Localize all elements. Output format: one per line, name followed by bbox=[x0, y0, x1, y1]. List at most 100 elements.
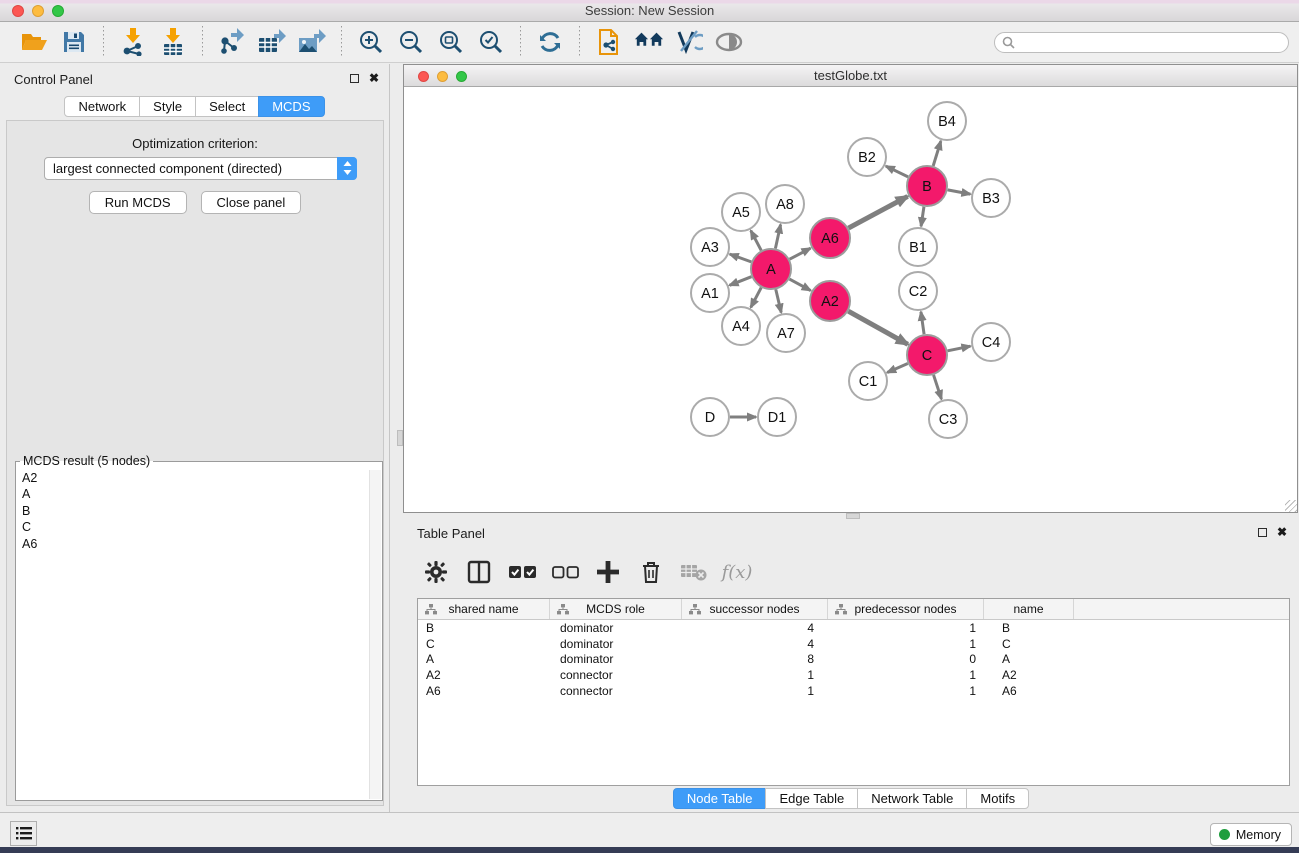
homes-icon[interactable] bbox=[634, 27, 664, 57]
graph-node-B[interactable]: B bbox=[907, 166, 947, 206]
zoom-window-icon[interactable] bbox=[456, 71, 467, 82]
table-row[interactable]: Adominator80A bbox=[418, 652, 1289, 668]
graph-node-A5[interactable]: A5 bbox=[722, 193, 760, 231]
graph-edge-A-A5[interactable] bbox=[751, 231, 761, 251]
tab-style[interactable]: Style bbox=[139, 96, 196, 117]
graph-node-A6[interactable]: A6 bbox=[810, 218, 850, 258]
graph-node-C4[interactable]: C4 bbox=[972, 323, 1010, 361]
run-mcds-button[interactable]: Run MCDS bbox=[89, 191, 187, 214]
resize-handle[interactable] bbox=[1285, 500, 1297, 512]
graph-node-D[interactable]: D bbox=[691, 398, 729, 436]
tab-motifs[interactable]: Motifs bbox=[966, 788, 1029, 809]
column-header-predecessor-nodes[interactable]: predecessor nodes bbox=[828, 599, 984, 619]
graph-edge-C-C4[interactable] bbox=[948, 346, 971, 351]
criterion-dropdown[interactable]: largest connected component (directed) bbox=[44, 157, 357, 180]
delete-column-icon[interactable] bbox=[636, 557, 666, 587]
network-window-titlebar[interactable]: testGlobe.txt bbox=[404, 65, 1297, 87]
table-row[interactable]: Bdominator41B bbox=[418, 620, 1289, 636]
graph-node-C2[interactable]: C2 bbox=[899, 272, 937, 310]
result-item-a6[interactable]: A6 bbox=[17, 536, 369, 552]
graph-node-B2[interactable]: B2 bbox=[848, 138, 886, 176]
mcds-result-list[interactable]: A2ABCA6 bbox=[17, 470, 369, 799]
select-all-icon[interactable] bbox=[507, 557, 537, 587]
graph-edge-A-A6[interactable] bbox=[790, 248, 811, 259]
delete-table-icon[interactable] bbox=[679, 557, 709, 587]
graph-edge-B-B4[interactable] bbox=[933, 141, 941, 166]
graph-node-A7[interactable]: A7 bbox=[767, 314, 805, 352]
column-view-icon[interactable] bbox=[464, 557, 494, 587]
graph-node-C3[interactable]: C3 bbox=[929, 400, 967, 438]
deselect-all-icon[interactable] bbox=[550, 557, 580, 587]
memory-button[interactable]: Memory bbox=[1210, 823, 1292, 846]
table-row[interactable]: A2connector11A2 bbox=[418, 667, 1289, 683]
graph-edge-A2-C[interactable] bbox=[848, 311, 907, 344]
graph-node-C[interactable]: C bbox=[907, 335, 947, 375]
window-controls[interactable] bbox=[12, 5, 64, 17]
graph-node-C1[interactable]: C1 bbox=[849, 362, 887, 400]
graph-node-A3[interactable]: A3 bbox=[691, 228, 729, 266]
search-input[interactable] bbox=[1020, 36, 1270, 50]
result-item-b[interactable]: B bbox=[17, 503, 369, 519]
close-panel-button[interactable]: Close panel bbox=[201, 191, 302, 214]
tab-mcds[interactable]: MCDS bbox=[258, 96, 324, 117]
graph-edge-C-C1[interactable] bbox=[887, 363, 908, 372]
tab-edge-table[interactable]: Edge Table bbox=[765, 788, 858, 809]
import-table-icon[interactable] bbox=[158, 27, 188, 57]
graph-edge-B-B2[interactable] bbox=[886, 166, 908, 177]
style-toggle-icon[interactable] bbox=[674, 27, 704, 57]
close-window-icon[interactable] bbox=[12, 5, 24, 17]
network-document-icon[interactable] bbox=[594, 27, 624, 57]
graph-node-A8[interactable]: A8 bbox=[766, 185, 804, 223]
network-canvas[interactable]: AA1A3A5A8A4A7A6A2BB2B4B3B1CC2C1C4C3DD1 bbox=[404, 87, 1297, 512]
graph-node-A4[interactable]: A4 bbox=[722, 307, 760, 345]
float-panel-icon[interactable] bbox=[350, 74, 359, 83]
minimize-window-icon[interactable] bbox=[32, 5, 44, 17]
close-window-icon[interactable] bbox=[418, 71, 429, 82]
result-scrollbar[interactable] bbox=[369, 470, 381, 799]
splitter-grip-vertical[interactable] bbox=[397, 430, 403, 446]
graph-node-B4[interactable]: B4 bbox=[928, 102, 966, 140]
graph-node-D1[interactable]: D1 bbox=[758, 398, 796, 436]
open-file-icon[interactable] bbox=[19, 27, 49, 57]
tab-select[interactable]: Select bbox=[195, 96, 259, 117]
graph-edge-A-A7[interactable] bbox=[776, 289, 781, 312]
table-row[interactable]: A6connector11A6 bbox=[418, 683, 1289, 699]
export-image-icon[interactable] bbox=[297, 27, 327, 57]
graph-edge-C-C3[interactable] bbox=[934, 375, 942, 399]
column-header-shared-name[interactable]: shared name bbox=[418, 599, 550, 619]
table-row[interactable]: Cdominator41C bbox=[418, 636, 1289, 652]
refresh-icon[interactable] bbox=[535, 27, 565, 57]
close-panel-icon[interactable]: ✖ bbox=[369, 73, 379, 83]
gear-icon[interactable] bbox=[421, 557, 451, 587]
column-header-name[interactable]: name bbox=[984, 599, 1074, 619]
tab-node-table[interactable]: Node Table bbox=[673, 788, 767, 809]
import-network-icon[interactable] bbox=[118, 27, 148, 57]
graph-node-B1[interactable]: B1 bbox=[899, 228, 937, 266]
network-graph[interactable]: AA1A3A5A8A4A7A6A2BB2B4B3B1CC2C1C4C3DD1 bbox=[404, 87, 1297, 512]
result-item-c[interactable]: C bbox=[17, 519, 369, 535]
export-network-icon[interactable] bbox=[217, 27, 247, 57]
graph-edge-B-B3[interactable] bbox=[948, 190, 971, 194]
graph-edge-A-A1[interactable] bbox=[730, 277, 752, 286]
graph-edge-A-A8[interactable] bbox=[775, 225, 780, 249]
graph-node-A[interactable]: A bbox=[751, 249, 791, 289]
task-history-button[interactable] bbox=[10, 821, 37, 846]
export-table-icon[interactable] bbox=[257, 27, 287, 57]
zoom-selected-icon[interactable] bbox=[476, 27, 506, 57]
result-item-a2[interactable]: A2 bbox=[17, 470, 369, 486]
graph-node-A2[interactable]: A2 bbox=[810, 281, 850, 321]
zoom-in-icon[interactable] bbox=[356, 27, 386, 57]
zoom-out-icon[interactable] bbox=[396, 27, 426, 57]
graph-node-A1[interactable]: A1 bbox=[691, 274, 729, 312]
graph-edge-A-A4[interactable] bbox=[751, 288, 761, 308]
graph-edge-A-A2[interactable] bbox=[789, 279, 810, 290]
close-panel-icon[interactable]: ✖ bbox=[1277, 527, 1287, 537]
graph-edge-A6-B[interactable] bbox=[849, 196, 908, 228]
eye-icon[interactable] bbox=[714, 27, 744, 57]
column-header-MCDS-role[interactable]: MCDS role bbox=[550, 599, 682, 619]
search-field[interactable] bbox=[994, 32, 1289, 53]
tab-network[interactable]: Network bbox=[64, 96, 140, 117]
network-window-controls[interactable] bbox=[418, 71, 467, 82]
float-panel-icon[interactable] bbox=[1258, 528, 1267, 537]
graph-edge-C-C2[interactable] bbox=[921, 312, 924, 334]
